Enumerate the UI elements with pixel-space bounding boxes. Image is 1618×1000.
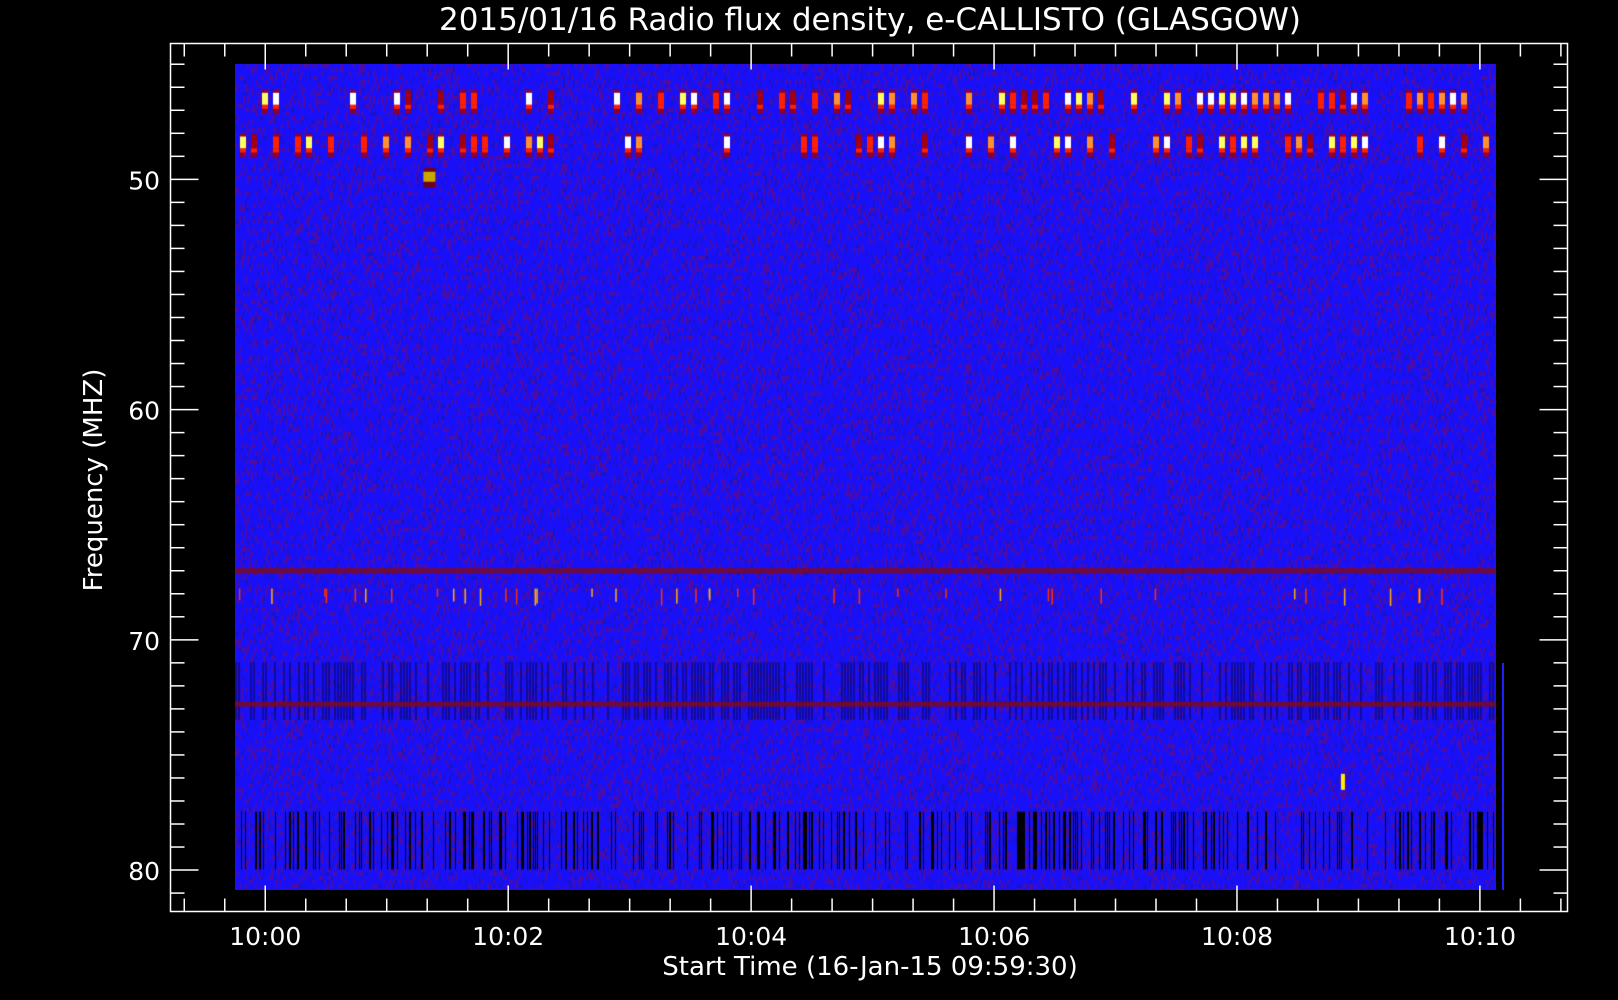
x-tick-label: 10:10 (1444, 922, 1516, 951)
plot-frame (169, 42, 1569, 913)
x-tick-label: 10:04 (715, 922, 787, 951)
axis-ticks (170, 43, 1568, 912)
y-tick-label: 80 (128, 857, 160, 886)
y-tick-label: 60 (128, 397, 160, 426)
chart-title: 2015/01/16 Radio flux density, e-CALLIST… (439, 2, 1301, 38)
y-tick-label: 50 (128, 166, 160, 195)
y-tick-label: 70 (128, 627, 160, 656)
chart: 2015/01/16 Radio flux density, e-CALLIST… (79, 2, 1569, 982)
x-tick-label: 10:08 (1201, 922, 1273, 951)
x-axis-label: Start Time (16-Jan-15 09:59:30) (662, 952, 1077, 982)
x-tick-label: 10:06 (958, 922, 1030, 951)
y-axis-label: Frequency (MHZ) (79, 369, 109, 592)
x-tick-label: 10:02 (472, 922, 544, 951)
x-tick-label: 10:00 (229, 922, 301, 951)
x-tick-labels: 10:00 10:02 10:04 10:06 10:08 10:10 (229, 922, 1516, 951)
y-tick-labels: 50 60 70 80 (128, 166, 160, 886)
